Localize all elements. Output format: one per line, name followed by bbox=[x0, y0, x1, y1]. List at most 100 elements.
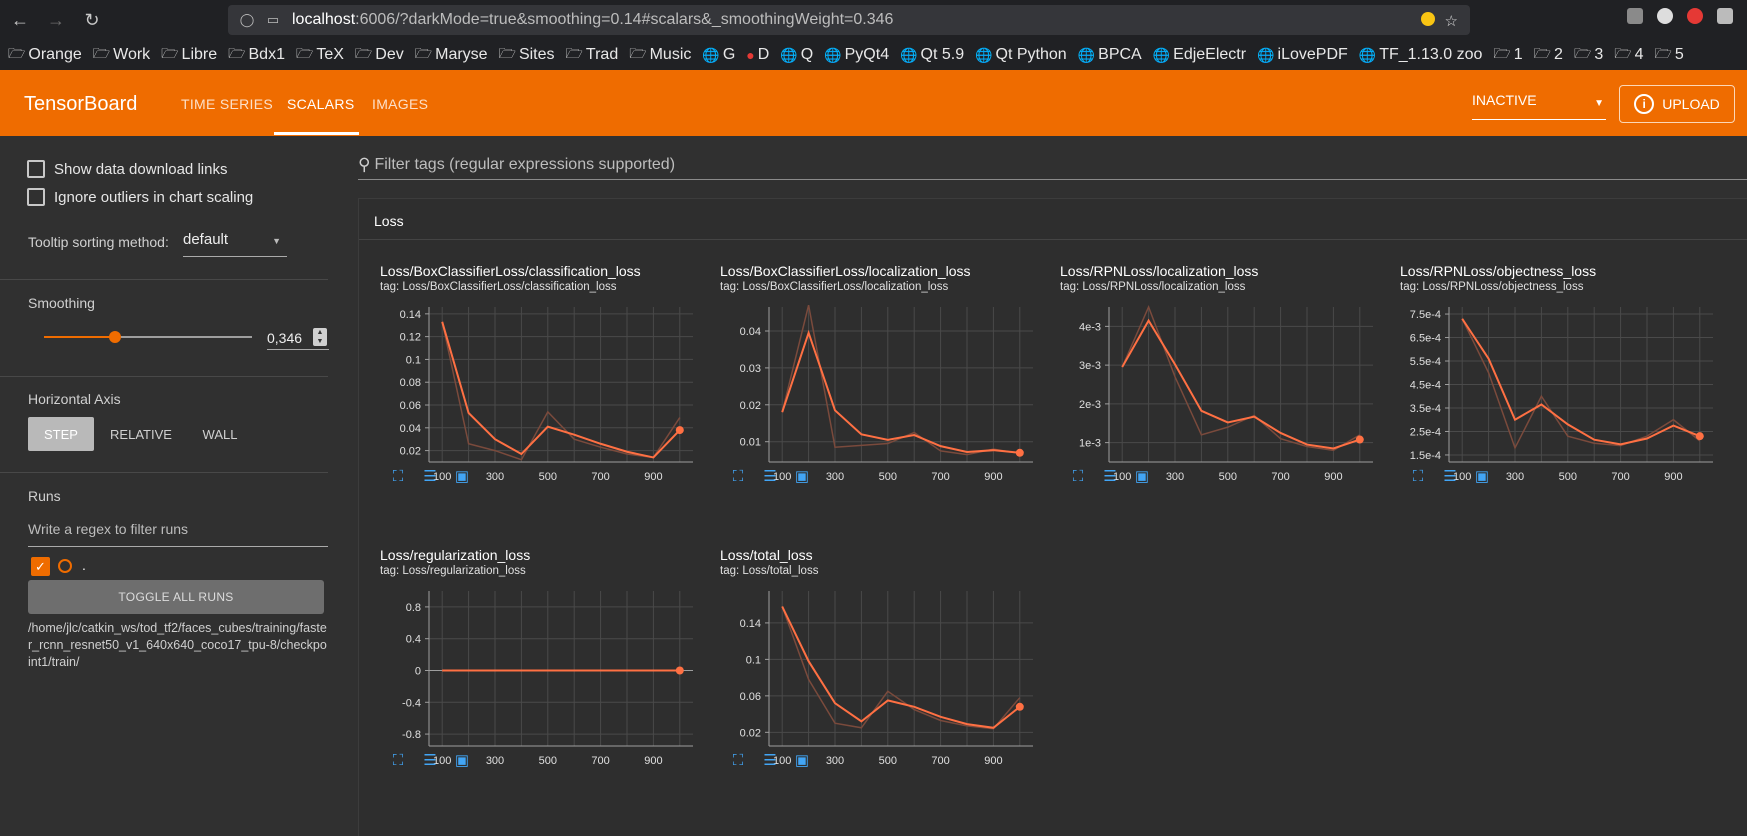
last-point-marker[interactable] bbox=[675, 666, 684, 675]
bookmark-folder[interactable]: 🗁 Work bbox=[93, 43, 150, 67]
last-point-marker[interactable] bbox=[1015, 702, 1024, 711]
expand-icon[interactable]: ⛶ bbox=[1069, 467, 1087, 485]
y-tick-label: 0.03 bbox=[740, 363, 761, 375]
fit-domain-icon[interactable]: ▣ bbox=[1133, 467, 1151, 485]
bookmark-folder[interactable]: 🗁 5 bbox=[1655, 43, 1684, 67]
bookmark-folder[interactable]: 🗁 3 bbox=[1574, 43, 1603, 67]
runs-filter-input[interactable]: Write a regex to filter runs bbox=[28, 521, 328, 547]
x-tick-label: 300 bbox=[486, 755, 504, 767]
raw-series-line bbox=[1461, 318, 1701, 450]
smoothing-label: Smoothing bbox=[28, 295, 95, 311]
chart-title: Loss/regularization_loss bbox=[380, 547, 531, 563]
account-icon[interactable] bbox=[1657, 8, 1673, 24]
toggle-log-icon[interactable]: ☰ bbox=[1101, 467, 1119, 485]
expand-icon[interactable]: ⛶ bbox=[729, 751, 747, 769]
folder-icon: 🗁 bbox=[1573, 45, 1592, 61]
axis-step-button[interactable]: STEP bbox=[28, 417, 94, 451]
upload-button[interactable]: i UPLOAD bbox=[1619, 85, 1735, 123]
tag-filter-input[interactable]: ⚲ Filter tags (regular expressions suppo… bbox=[358, 150, 1747, 180]
expand-icon[interactable]: ⛶ bbox=[1409, 467, 1427, 485]
fit-domain-icon[interactable]: ▣ bbox=[793, 751, 811, 769]
chart-card: Loss/RPNLoss/localization_loss tag: Loss/… bbox=[1039, 199, 1379, 485]
toggle-all-runs-button[interactable]: TOGGLE ALL RUNS bbox=[28, 580, 324, 614]
bookmark-link[interactable]: ● D bbox=[746, 46, 769, 64]
fit-domain-icon[interactable]: ▣ bbox=[1473, 467, 1491, 485]
back-arrow-icon[interactable]: ← bbox=[4, 4, 36, 36]
line-chart[interactable]: 0.020.040.060.080.10.120.14100 300 500 700 9… bbox=[359, 297, 699, 487]
ublock-icon[interactable] bbox=[1687, 8, 1703, 24]
bookmark-folder[interactable]: 🗁 Orange bbox=[8, 43, 82, 67]
line-chart[interactable]: 1.5e-4 2.5e-4 3.5e-4 4.5e-4 5.5e-4 6.5e-4 7.5e… bbox=[1379, 297, 1719, 487]
bookmark-folder[interactable]: 🗁 4 bbox=[1614, 43, 1643, 67]
toggle-log-icon[interactable]: ☰ bbox=[761, 751, 779, 769]
bookmark-link[interactable]: 🌐 TF_1.13.0 zoo bbox=[1359, 46, 1483, 64]
address-bar[interactable]: ◯ ▭ localhost:6006/?darkMode=true&smooth… bbox=[228, 5, 1470, 35]
bookmark-folder[interactable]: 🗁 1 bbox=[1493, 43, 1522, 67]
bookmark-link[interactable]: 🌐 PyQt4 bbox=[824, 46, 889, 64]
last-point-marker[interactable] bbox=[1355, 435, 1364, 444]
extensions-icon[interactable] bbox=[1717, 8, 1733, 24]
bookmark-link[interactable]: 🌐 Qt Python bbox=[975, 46, 1067, 64]
line-chart[interactable]: 1e-32e-33e-34e-3100 300 500 700 900 bbox=[1039, 297, 1379, 487]
bookmark-folder[interactable]: 🗁 Dev bbox=[355, 43, 404, 67]
last-point-marker[interactable] bbox=[1015, 448, 1024, 457]
tab-scalars[interactable]: SCALARS bbox=[287, 96, 354, 112]
run-color-icon[interactable] bbox=[58, 559, 72, 573]
x-tick-label: 700 bbox=[931, 471, 949, 483]
bookmark-folder[interactable]: 🗁 Sites bbox=[499, 43, 555, 67]
pocket-icon[interactable] bbox=[1627, 8, 1643, 24]
bookmark-link[interactable]: 🌐 iLovePDF bbox=[1257, 46, 1348, 64]
reload-icon[interactable]: ↻ bbox=[76, 4, 108, 36]
line-chart[interactable]: 0.020.060.10.14100 300 500 700 900 bbox=[699, 581, 1039, 771]
plugin-select[interactable]: INACTIVE ▼ bbox=[1472, 92, 1606, 120]
checkbox[interactable] bbox=[27, 160, 45, 178]
run-checkbox[interactable]: ✓ bbox=[31, 557, 50, 576]
spinner-arrows-icon[interactable]: ▲ ▼ bbox=[313, 328, 327, 346]
tab-time-series[interactable]: TIME SERIES bbox=[181, 96, 273, 112]
checkbox[interactable] bbox=[27, 188, 45, 206]
bookmark-folder[interactable]: 🗁 Trad bbox=[566, 43, 619, 67]
tab-images[interactable]: IMAGES bbox=[372, 96, 428, 112]
folder-icon: 🗁 bbox=[8, 45, 26, 61]
bookmark-folder[interactable]: 🗁 TeX bbox=[296, 43, 344, 67]
line-chart[interactable]: 0.010.020.030.04100 300 500 700 900 bbox=[699, 297, 1039, 487]
star-icon[interactable]: ☆ bbox=[1445, 12, 1458, 30]
chart-title: Loss/BoxClassifierLoss/localization_loss bbox=[720, 263, 971, 279]
axis-relative-button[interactable]: RELATIVE bbox=[104, 417, 178, 451]
expand-icon[interactable]: ⛶ bbox=[389, 751, 407, 769]
globe-icon: 🌐 bbox=[780, 46, 798, 63]
bookmark-link[interactable]: 🌐 BPCA bbox=[1078, 46, 1142, 64]
bookmark-link[interactable]: 🌐 Q bbox=[780, 46, 813, 64]
bookmark-folder[interactable]: 🗁 2 bbox=[1534, 43, 1563, 67]
url-path: :6006/?darkMode=true&smoothing=0.14#scal… bbox=[355, 11, 894, 28]
toggle-log-icon[interactable]: ☰ bbox=[1441, 467, 1459, 485]
bookmark-folder[interactable]: 🗁 Music bbox=[629, 43, 691, 67]
bookmark-link[interactable]: 🌐 G bbox=[702, 46, 735, 64]
chart-tag: tag: Loss/BoxClassifierLoss/classificati… bbox=[380, 281, 617, 293]
last-point-marker[interactable] bbox=[675, 426, 684, 435]
chart-card: Loss/BoxClassifierLoss/localization_loss… bbox=[699, 199, 1039, 485]
show-download-links-toggle[interactable]: Show data download links bbox=[27, 160, 227, 178]
chart-tag: tag: Loss/RPNLoss/objectness_loss bbox=[1400, 281, 1584, 293]
tooltip-sorting-label: Tooltip sorting method: bbox=[28, 234, 169, 250]
bookmark-link[interactable]: 🌐 EdjeElectr bbox=[1153, 46, 1246, 64]
tooltip-sorting-select[interactable]: default ▼ bbox=[183, 231, 287, 257]
y-tick-label: 1.5e-4 bbox=[1410, 450, 1441, 462]
bookmark-folder[interactable]: 🗁 Maryse bbox=[415, 43, 488, 67]
x-tick-label: 700 bbox=[591, 471, 609, 483]
bookmark-folder[interactable]: 🗁 Bdx1 bbox=[228, 43, 285, 67]
bookmark-link[interactable]: 🌐 Qt 5.9 bbox=[900, 46, 964, 64]
ignore-outliers-toggle[interactable]: Ignore outliers in chart scaling bbox=[27, 188, 253, 206]
bookmark-folder[interactable]: 🗁 Libre bbox=[161, 43, 217, 67]
axis-wall-button[interactable]: WALL bbox=[192, 417, 248, 451]
smoothing-input[interactable]: 0,346 ▲ ▼ bbox=[267, 326, 329, 350]
chart-tag: tag: Loss/RPNLoss/localization_loss bbox=[1060, 281, 1246, 293]
line-chart[interactable]: -0.8-0.400.40.8100 300 500 700 900 bbox=[359, 581, 699, 771]
smoothing-slider-thumb[interactable] bbox=[109, 331, 121, 343]
fit-domain-icon[interactable]: ▣ bbox=[453, 751, 471, 769]
last-point-marker[interactable] bbox=[1695, 432, 1704, 441]
toggle-log-icon[interactable]: ☰ bbox=[421, 751, 439, 769]
raw-series-line bbox=[441, 321, 681, 461]
extension-badge-icon[interactable] bbox=[1420, 12, 1435, 26]
forward-arrow-icon[interactable]: → bbox=[40, 4, 72, 36]
